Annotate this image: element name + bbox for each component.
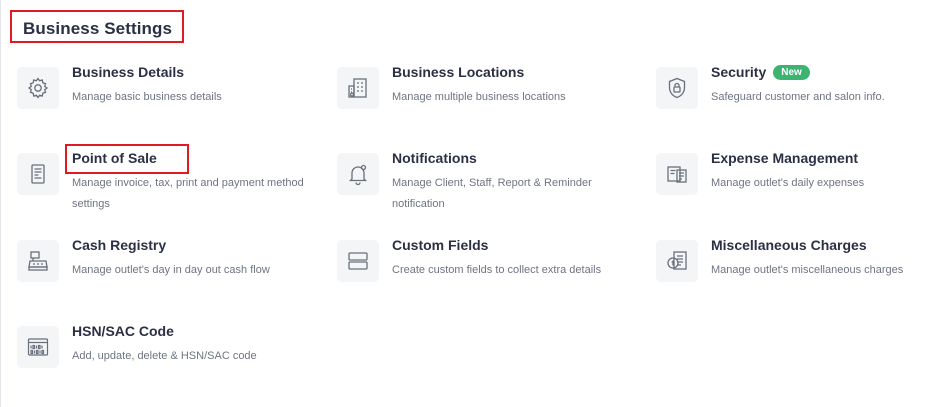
new-badge: New <box>773 65 810 80</box>
card-title: Miscellaneous Charges <box>711 237 867 253</box>
card-title: Expense Management <box>711 150 859 166</box>
card-notifications[interactable]: Notifications Manage Client, Staff, Repo… <box>337 150 637 223</box>
card-cash-registry[interactable]: Cash Registry Manage outlet's day in day… <box>17 237 317 310</box>
charges-icon <box>656 240 698 282</box>
receipt-icon <box>17 153 59 195</box>
card-title: Custom Fields <box>392 237 489 253</box>
left-border <box>0 0 1 407</box>
title-highlight-box <box>10 10 184 43</box>
card-description: Manage multiple business locations <box>392 91 566 103</box>
bell-icon <box>337 153 379 195</box>
card-security[interactable]: Security New Safeguard customer and salon… <box>656 64 931 137</box>
card-description: Manage Client, Staff, Report & Reminder … <box>392 177 592 210</box>
cash-register-icon <box>17 240 59 282</box>
expense-icon <box>656 153 698 195</box>
card-expense-management[interactable]: Expense Management Manage outlet's daily… <box>656 150 931 223</box>
card-description: Manage outlet's day in day out cash flow <box>72 264 270 276</box>
card-hsn-sac-code[interactable]: HSN/SAC Code Add, update, delete & HSN/S… <box>17 323 317 396</box>
fields-icon <box>337 240 379 282</box>
card-description: Manage invoice, tax, print and payment m… <box>72 177 304 210</box>
card-title-text: Security <box>711 64 767 80</box>
gear-icon <box>17 67 59 109</box>
card-title: Business Locations <box>392 64 525 80</box>
card-description: Manage basic business details <box>72 91 222 103</box>
card-point-of-sale[interactable]: Point of Sale Manage invoice, tax, print… <box>17 144 317 223</box>
point-of-sale-highlight-box <box>65 144 189 174</box>
card-description: Safeguard customer and salon info. <box>711 91 885 103</box>
card-business-details[interactable]: Business Details Manage basic business d… <box>17 64 317 137</box>
card-description: Add, update, delete & HSN/SAC code <box>72 350 257 362</box>
card-title: Business Details <box>72 64 185 80</box>
card-business-locations[interactable]: Business Locations Manage multiple busin… <box>337 64 637 137</box>
shield-lock-icon <box>656 67 698 109</box>
building-icon <box>337 67 379 109</box>
binary-code-icon <box>17 326 59 368</box>
card-description: Create custom fields to collect extra de… <box>392 264 602 276</box>
card-miscellaneous-charges[interactable]: Miscellaneous Charges Manage outlet's mi… <box>656 237 931 310</box>
card-title: Notifications <box>392 150 477 166</box>
card-description: Manage outlet's daily expenses <box>711 177 865 189</box>
card-title: Security New <box>711 64 810 80</box>
card-title: HSN/SAC Code <box>72 323 174 339</box>
card-title: Cash Registry <box>72 237 167 253</box>
card-description: Manage outlet's miscellaneous charges <box>711 264 904 276</box>
card-custom-fields[interactable]: Custom Fields Create custom fields to co… <box>337 237 637 310</box>
